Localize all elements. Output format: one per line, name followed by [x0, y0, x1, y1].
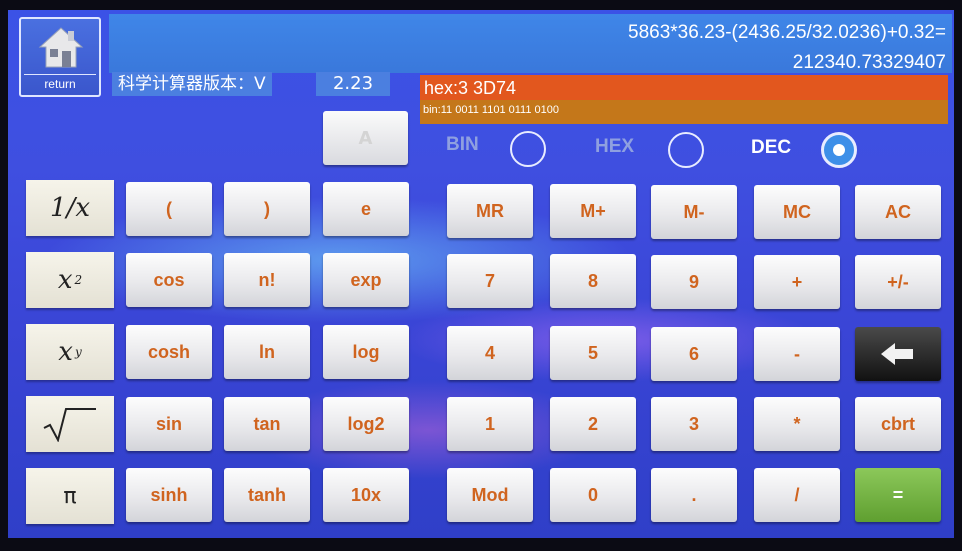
- dec-mode-radio[interactable]: [821, 132, 857, 168]
- key-ln[interactable]: ln: [224, 325, 310, 379]
- square-key[interactable]: x2: [26, 252, 114, 308]
- key-1[interactable]: 1: [447, 397, 533, 451]
- key-5[interactable]: 5: [550, 326, 636, 380]
- hex-readout: hex:3 3D74: [420, 75, 948, 101]
- dec-mode-label: DEC: [751, 137, 792, 158]
- key-sign[interactable]: +/-: [855, 255, 941, 309]
- version-value: 2.23: [316, 72, 390, 96]
- backspace-key[interactable]: [855, 327, 941, 381]
- key-m-minus[interactable]: M-: [651, 185, 737, 239]
- return-label: return: [24, 74, 96, 93]
- expression-display: 5863*36.23-(2436.25/32.0236)+0.32=: [628, 22, 946, 43]
- key-mod[interactable]: Mod: [447, 468, 533, 522]
- key-6[interactable]: 6: [651, 327, 737, 381]
- key-decimal[interactable]: .: [651, 468, 737, 522]
- key-tan[interactable]: tan: [224, 397, 310, 451]
- hex-mode-radio[interactable]: [668, 132, 704, 168]
- key-m-plus[interactable]: M+: [550, 184, 636, 238]
- key-cos[interactable]: cos: [126, 253, 212, 307]
- calculator-screen: 5863*36.23-(2436.25/32.0236)+0.32= 21234…: [8, 10, 954, 538]
- sqrt-icon: [43, 408, 96, 442]
- key-4[interactable]: 4: [447, 326, 533, 380]
- bin-readout: bin:11 0011 1101 0111 0100: [420, 100, 948, 124]
- key-9[interactable]: 9: [651, 255, 737, 309]
- return-button[interactable]: return: [19, 17, 101, 97]
- key-exp[interactable]: exp: [323, 253, 409, 307]
- key-10x[interactable]: 10x: [323, 468, 409, 522]
- bin-mode-radio[interactable]: [510, 131, 546, 167]
- key-cosh[interactable]: cosh: [126, 325, 212, 379]
- key-multiply[interactable]: *: [754, 397, 840, 451]
- arrow-left-icon: [881, 343, 913, 365]
- result-display: 212340.73329407: [792, 52, 946, 73]
- bin-mode-label: BIN: [446, 134, 479, 155]
- key-0[interactable]: 0: [550, 468, 636, 522]
- key-close-paren[interactable]: ): [224, 182, 310, 236]
- key-7[interactable]: 7: [447, 254, 533, 308]
- key-3[interactable]: 3: [651, 397, 737, 451]
- key-e[interactable]: e: [323, 182, 409, 236]
- pi-key[interactable]: π: [26, 468, 114, 524]
- hex-a-key[interactable]: A: [323, 111, 408, 165]
- key-mr[interactable]: MR: [447, 184, 533, 238]
- key-2[interactable]: 2: [550, 397, 636, 451]
- key-mc[interactable]: MC: [754, 185, 840, 239]
- key-divide[interactable]: /: [754, 468, 840, 522]
- reciprocal-key[interactable]: 1/x: [26, 180, 114, 236]
- key-cbrt[interactable]: cbrt: [855, 397, 941, 451]
- key-sinh[interactable]: sinh: [126, 468, 212, 522]
- key-log2[interactable]: log2: [323, 397, 409, 451]
- key-open-paren[interactable]: (: [126, 182, 212, 236]
- power-key[interactable]: xy: [26, 324, 114, 380]
- key-plus[interactable]: +: [754, 255, 840, 309]
- key-8[interactable]: 8: [550, 254, 636, 308]
- key-factorial[interactable]: n!: [224, 253, 310, 307]
- key-minus[interactable]: -: [754, 327, 840, 381]
- house-icon: [38, 27, 84, 68]
- version-label: 科学计算器版本：V: [112, 72, 272, 96]
- sqrt-key[interactable]: [26, 396, 114, 452]
- key-tanh[interactable]: tanh: [224, 468, 310, 522]
- hex-mode-label: HEX: [595, 136, 635, 157]
- key-ac[interactable]: AC: [855, 185, 941, 239]
- key-log[interactable]: log: [323, 325, 409, 379]
- key-sin[interactable]: sin: [126, 397, 212, 451]
- display-panel: 5863*36.23-(2436.25/32.0236)+0.32= 21234…: [109, 14, 952, 73]
- key-equals[interactable]: =: [855, 468, 941, 522]
